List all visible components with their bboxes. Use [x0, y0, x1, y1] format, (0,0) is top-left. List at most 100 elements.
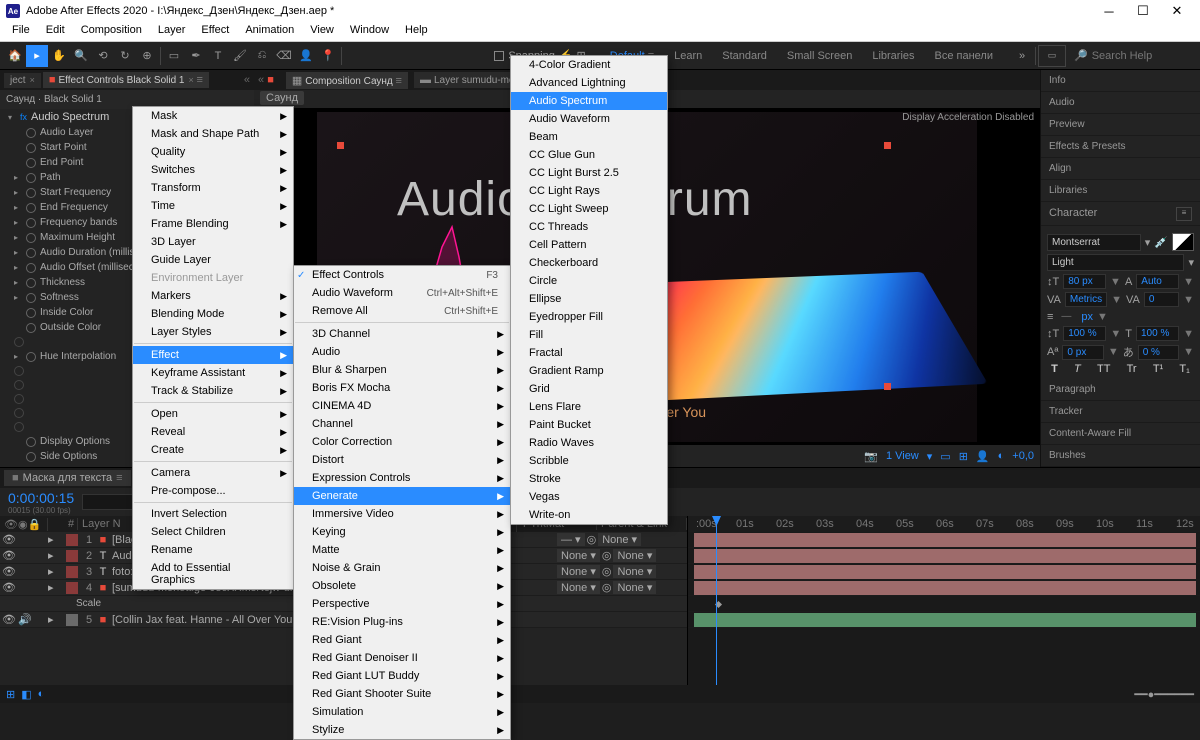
- panel-paragraph[interactable]: Paragraph: [1041, 379, 1200, 401]
- ctx-item[interactable]: Red Giant▶: [294, 631, 510, 649]
- ctx-item[interactable]: Track & Stabilize▶: [133, 382, 293, 400]
- workspace-4[interactable]: Libraries: [872, 50, 914, 62]
- text-style-buttons[interactable]: TTTTTrT¹T₁: [1047, 363, 1194, 375]
- pen-tool[interactable]: ✒: [185, 45, 207, 67]
- ctx-item[interactable]: CC Glue Gun: [511, 146, 667, 164]
- ctx-item[interactable]: Mask and Shape Path▶: [133, 125, 293, 143]
- baseline-input[interactable]: 0 px: [1062, 345, 1103, 360]
- track[interactable]: [688, 580, 1200, 596]
- roto-tool[interactable]: 👤: [295, 45, 317, 67]
- ctx-item[interactable]: 4-Color Gradient: [511, 56, 667, 74]
- generate-submenu[interactable]: 4-Color GradientAdvanced LightningAudio …: [510, 55, 668, 525]
- ctx-item[interactable]: Invert Selection: [133, 505, 293, 523]
- panel-align[interactable]: Align: [1041, 158, 1200, 180]
- timeline-tracks[interactable]: :00s01s02s03s04s05s06s07s08s09s10s11s12s: [688, 516, 1200, 685]
- kerning-input[interactable]: Metrics: [1065, 292, 1107, 307]
- puppet-tool[interactable]: 📍: [317, 45, 339, 67]
- ctx-item[interactable]: Advanced Lightning: [511, 74, 667, 92]
- font-family-dd[interactable]: Montserrat: [1047, 234, 1141, 251]
- ctx-item[interactable]: CC Threads: [511, 218, 667, 236]
- ctx-item[interactable]: Remove AllCtrl+Shift+E: [294, 302, 510, 320]
- ctx-item[interactable]: Camera▶: [133, 464, 293, 482]
- ctx-item[interactable]: Blur & Sharpen▶: [294, 361, 510, 379]
- ctx-item[interactable]: Lens Flare: [511, 398, 667, 416]
- ctx-item[interactable]: Stroke: [511, 470, 667, 488]
- workspace-1[interactable]: Learn: [674, 50, 702, 62]
- ctx-item[interactable]: Distort▶: [294, 451, 510, 469]
- workspace-panel-button[interactable]: ▭: [1038, 45, 1066, 67]
- help-search[interactable]: 🔎 Search Help: [1066, 49, 1196, 62]
- font-size-input[interactable]: 80 px: [1063, 274, 1106, 289]
- ctx-item[interactable]: RE:Vision Plug-ins▶: [294, 613, 510, 631]
- panel-libraries[interactable]: Libraries: [1041, 180, 1200, 202]
- ctx-item[interactable]: Effect▶: [133, 346, 293, 364]
- ctx-item[interactable]: Scribble: [511, 452, 667, 470]
- ctx-item[interactable]: Audio▶: [294, 343, 510, 361]
- playhead[interactable]: [716, 516, 717, 685]
- menu-item-effect[interactable]: Effect: [193, 22, 237, 41]
- ctx-item[interactable]: Add to Essential Graphics: [133, 559, 293, 589]
- ctx-item[interactable]: Channel▶: [294, 415, 510, 433]
- ctx-item[interactable]: Eyedropper Fill: [511, 308, 667, 326]
- ctx-item[interactable]: Pre-compose...: [133, 482, 293, 500]
- selection-handle[interactable]: [337, 142, 344, 149]
- panel-tab[interactable]: ■Effect Controls Black Solid 1× ≡: [43, 72, 209, 88]
- ctx-item[interactable]: Keying▶: [294, 523, 510, 541]
- ctx-item[interactable]: Vegas: [511, 488, 667, 506]
- hand-tool[interactable]: ✋: [48, 45, 70, 67]
- ctx-item[interactable]: Create▶: [133, 441, 293, 459]
- ctx-item[interactable]: Rename: [133, 541, 293, 559]
- anchor-tool[interactable]: ⊕: [136, 45, 158, 67]
- ctx-item[interactable]: Red Giant LUT Buddy▶: [294, 667, 510, 685]
- ctx-item[interactable]: Perspective▶: [294, 595, 510, 613]
- ctx-item[interactable]: Radio Waves: [511, 434, 667, 452]
- ctx-item[interactable]: Fractal: [511, 344, 667, 362]
- ctx-item[interactable]: Mask▶: [133, 107, 293, 125]
- ctx-item[interactable]: Expression Controls▶: [294, 469, 510, 487]
- ctx-item[interactable]: Checkerboard: [511, 254, 667, 272]
- ctx-item[interactable]: 3D Channel▶: [294, 325, 510, 343]
- ctx-item[interactable]: Quality▶: [133, 143, 293, 161]
- clone-tool[interactable]: ⎌: [251, 45, 273, 67]
- timecode[interactable]: 0:00:00:15: [8, 490, 74, 506]
- track[interactable]: [688, 564, 1200, 580]
- color-swatch[interactable]: [1172, 233, 1194, 251]
- ctx-item[interactable]: CC Light Burst 2.5: [511, 164, 667, 182]
- minimize-button[interactable]: ─: [1092, 0, 1126, 22]
- ctx-item[interactable]: 3D Layer: [133, 233, 293, 251]
- ctx-item[interactable]: Audio WaveformCtrl+Alt+Shift+E: [294, 284, 510, 302]
- timeline-tab[interactable]: ■Маска для текста≡: [4, 470, 131, 486]
- tsume-input[interactable]: 0 %: [1138, 345, 1179, 360]
- ctx-item[interactable]: Red Giant Denoiser II▶: [294, 649, 510, 667]
- vscale-input[interactable]: 100 %: [1063, 326, 1106, 341]
- orbit-tool[interactable]: ⟲: [92, 45, 114, 67]
- zoom-tool[interactable]: 🔍: [70, 45, 92, 67]
- ctx-item[interactable]: Layer Styles▶: [133, 323, 293, 341]
- ctx-item[interactable]: Time▶: [133, 197, 293, 215]
- ctx-item[interactable]: Color Correction▶: [294, 433, 510, 451]
- ctx-item[interactable]: Red Giant Shooter Suite▶: [294, 685, 510, 703]
- ctx-item[interactable]: Ellipse: [511, 290, 667, 308]
- ctx-item[interactable]: CINEMA 4D▶: [294, 397, 510, 415]
- panel-tab[interactable]: ject×: [4, 73, 41, 88]
- workspace-3[interactable]: Small Screen: [787, 50, 852, 62]
- panel-audio[interactable]: Audio: [1041, 92, 1200, 114]
- selection-tool[interactable]: ▸: [26, 45, 48, 67]
- selection-handle[interactable]: [884, 142, 891, 149]
- ctx-item[interactable]: Circle: [511, 272, 667, 290]
- brush-tool[interactable]: 🖌: [229, 45, 251, 67]
- menu-item-animation[interactable]: Animation: [237, 22, 302, 41]
- eraser-tool[interactable]: ⌫: [273, 45, 295, 67]
- ctx-item[interactable]: Obsolete▶: [294, 577, 510, 595]
- toggle-switches-icon[interactable]: ⊞: [6, 688, 15, 701]
- panel-effectspresets[interactable]: Effects & Presets: [1041, 136, 1200, 158]
- hscale-input[interactable]: 100 %: [1136, 326, 1179, 341]
- panel-preview[interactable]: Preview: [1041, 114, 1200, 136]
- ctx-item[interactable]: Grid: [511, 380, 667, 398]
- ctx-item[interactable]: Matte▶: [294, 541, 510, 559]
- ctx-item[interactable]: Boris FX Mocha▶: [294, 379, 510, 397]
- type-tool[interactable]: T: [207, 45, 229, 67]
- menu-item-window[interactable]: Window: [342, 22, 397, 41]
- ctx-item[interactable]: ✓Effect ControlsF3: [294, 266, 510, 284]
- selection-handle[interactable]: [884, 383, 891, 390]
